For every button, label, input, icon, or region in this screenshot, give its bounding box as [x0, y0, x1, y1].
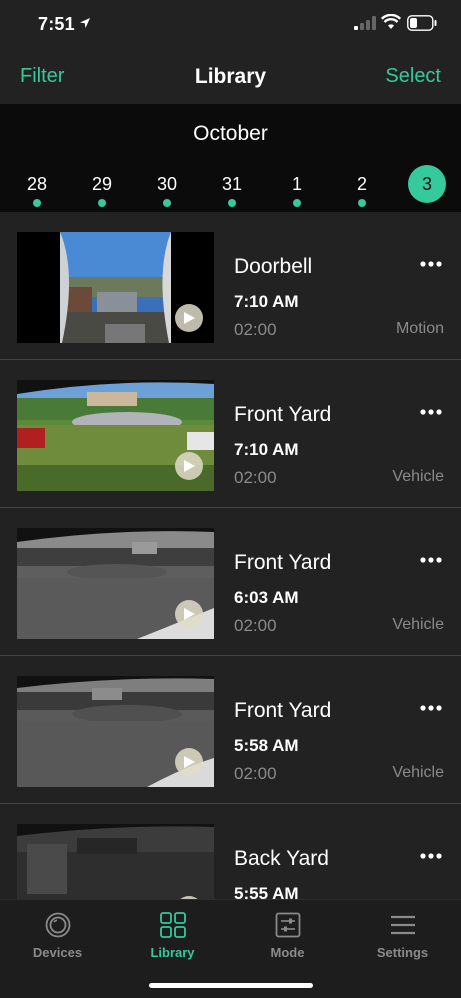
- mode-sliders-icon: [275, 912, 301, 938]
- clip-list[interactable]: Doorbell 7:10 AM 02:00 Motion Front Yard…: [0, 212, 461, 899]
- clip-row[interactable]: Front Yard 7:10 AM 02:00 Vehicle: [0, 360, 461, 508]
- select-button[interactable]: Select: [385, 65, 441, 88]
- clip-event-type: Vehicle: [392, 764, 444, 781]
- date-strip: October 28 29 30 31 1 2 3: [0, 104, 461, 212]
- tab-library[interactable]: Library: [115, 900, 230, 970]
- recording-dot: [98, 199, 106, 207]
- play-icon: [184, 756, 195, 768]
- play-button[interactable]: [175, 304, 203, 332]
- day-number: 2: [356, 174, 367, 194]
- more-options-icon[interactable]: [420, 556, 442, 564]
- day-number: 29: [91, 174, 113, 194]
- clip-row[interactable]: Front Yard 6:03 AM 02:00 Vehicle: [0, 508, 461, 656]
- battery-icon: [407, 15, 437, 31]
- day-3-selected[interactable]: 3: [407, 162, 447, 208]
- clip-row[interactable]: Back Yard 5:55 AM: [0, 804, 461, 899]
- play-icon: [184, 460, 195, 472]
- clip-event-type: Motion: [395, 320, 444, 337]
- more-options-icon[interactable]: [420, 408, 442, 416]
- recording-dot: [33, 199, 41, 207]
- day-number: 31: [221, 174, 243, 194]
- play-button[interactable]: [175, 600, 203, 628]
- day-number: 3: [421, 174, 432, 194]
- tab-mode[interactable]: Mode: [230, 900, 345, 970]
- clip-row[interactable]: Front Yard 5:58 AM 02:00 Vehicle: [0, 656, 461, 804]
- clip-thumbnail[interactable]: [17, 232, 214, 343]
- day-31[interactable]: 31: [212, 162, 252, 208]
- tab-label: Settings: [376, 945, 429, 960]
- clip-event-type: Vehicle: [392, 616, 444, 633]
- library-grid-icon: [160, 912, 186, 938]
- day-number: 30: [156, 174, 178, 194]
- clip-time: 7:10 AM: [234, 440, 299, 459]
- devices-icon: [45, 912, 71, 938]
- tab-label: Library: [150, 945, 195, 960]
- clip-camera-name: Front Yard: [234, 551, 332, 574]
- day-2[interactable]: 2: [342, 162, 382, 208]
- clip-time: 6:03 AM: [234, 588, 299, 607]
- clip-thumbnail[interactable]: [17, 676, 214, 787]
- home-indicator[interactable]: [149, 983, 313, 988]
- clip-time: 5:55 AM: [234, 884, 299, 899]
- settings-menu-icon: [391, 915, 415, 935]
- clip-camera-name: Front Yard: [234, 403, 332, 426]
- tab-devices[interactable]: Devices: [0, 900, 115, 970]
- month-label: October: [193, 122, 268, 145]
- clip-camera-name: Back Yard: [234, 847, 329, 870]
- play-icon: [184, 608, 195, 620]
- clip-thumbnail[interactable]: [17, 824, 214, 899]
- recording-dot: [228, 199, 236, 207]
- tab-label: Devices: [32, 945, 83, 960]
- tab-settings[interactable]: Settings: [345, 900, 460, 970]
- wifi-icon: [381, 14, 401, 29]
- clip-time: 7:10 AM: [234, 292, 299, 311]
- day-30[interactable]: 30: [147, 162, 187, 208]
- clip-camera-name: Front Yard: [234, 699, 332, 722]
- clip-row[interactable]: Doorbell 7:10 AM 02:00 Motion: [0, 212, 461, 360]
- clip-thumbnail[interactable]: [17, 380, 214, 491]
- play-icon: [184, 312, 195, 324]
- back-yard-night-image: [17, 824, 214, 899]
- play-button[interactable]: [175, 452, 203, 480]
- clip-time: 5:58 AM: [234, 736, 299, 755]
- location-arrow-icon: [80, 18, 90, 28]
- recording-dot: [163, 199, 171, 207]
- recording-dot: [293, 199, 301, 207]
- day-29[interactable]: 29: [82, 162, 122, 208]
- day-1[interactable]: 1: [277, 162, 317, 208]
- more-options-icon[interactable]: [420, 704, 442, 712]
- play-button[interactable]: [175, 748, 203, 776]
- recording-dot: [358, 199, 366, 207]
- navigation-header: Filter Library Select: [0, 50, 461, 104]
- cellular-signal-icon: [354, 16, 376, 30]
- clip-event-type: Vehicle: [392, 468, 444, 485]
- more-options-icon[interactable]: [420, 852, 442, 860]
- day-number: 1: [291, 174, 302, 194]
- clip-duration: 02:00: [234, 468, 277, 487]
- tab-label: Mode: [270, 945, 305, 960]
- clip-duration: 02:00: [234, 616, 277, 635]
- status-bar: 7:51: [0, 0, 461, 50]
- clip-duration: 02:00: [234, 320, 277, 339]
- day-28[interactable]: 28: [17, 162, 57, 208]
- status-time: 7:51: [38, 14, 75, 34]
- clip-camera-name: Doorbell: [234, 255, 313, 278]
- more-options-icon[interactable]: [420, 260, 442, 268]
- clip-thumbnail[interactable]: [17, 528, 214, 639]
- day-number: 28: [26, 174, 48, 194]
- clip-duration: 02:00: [234, 764, 277, 783]
